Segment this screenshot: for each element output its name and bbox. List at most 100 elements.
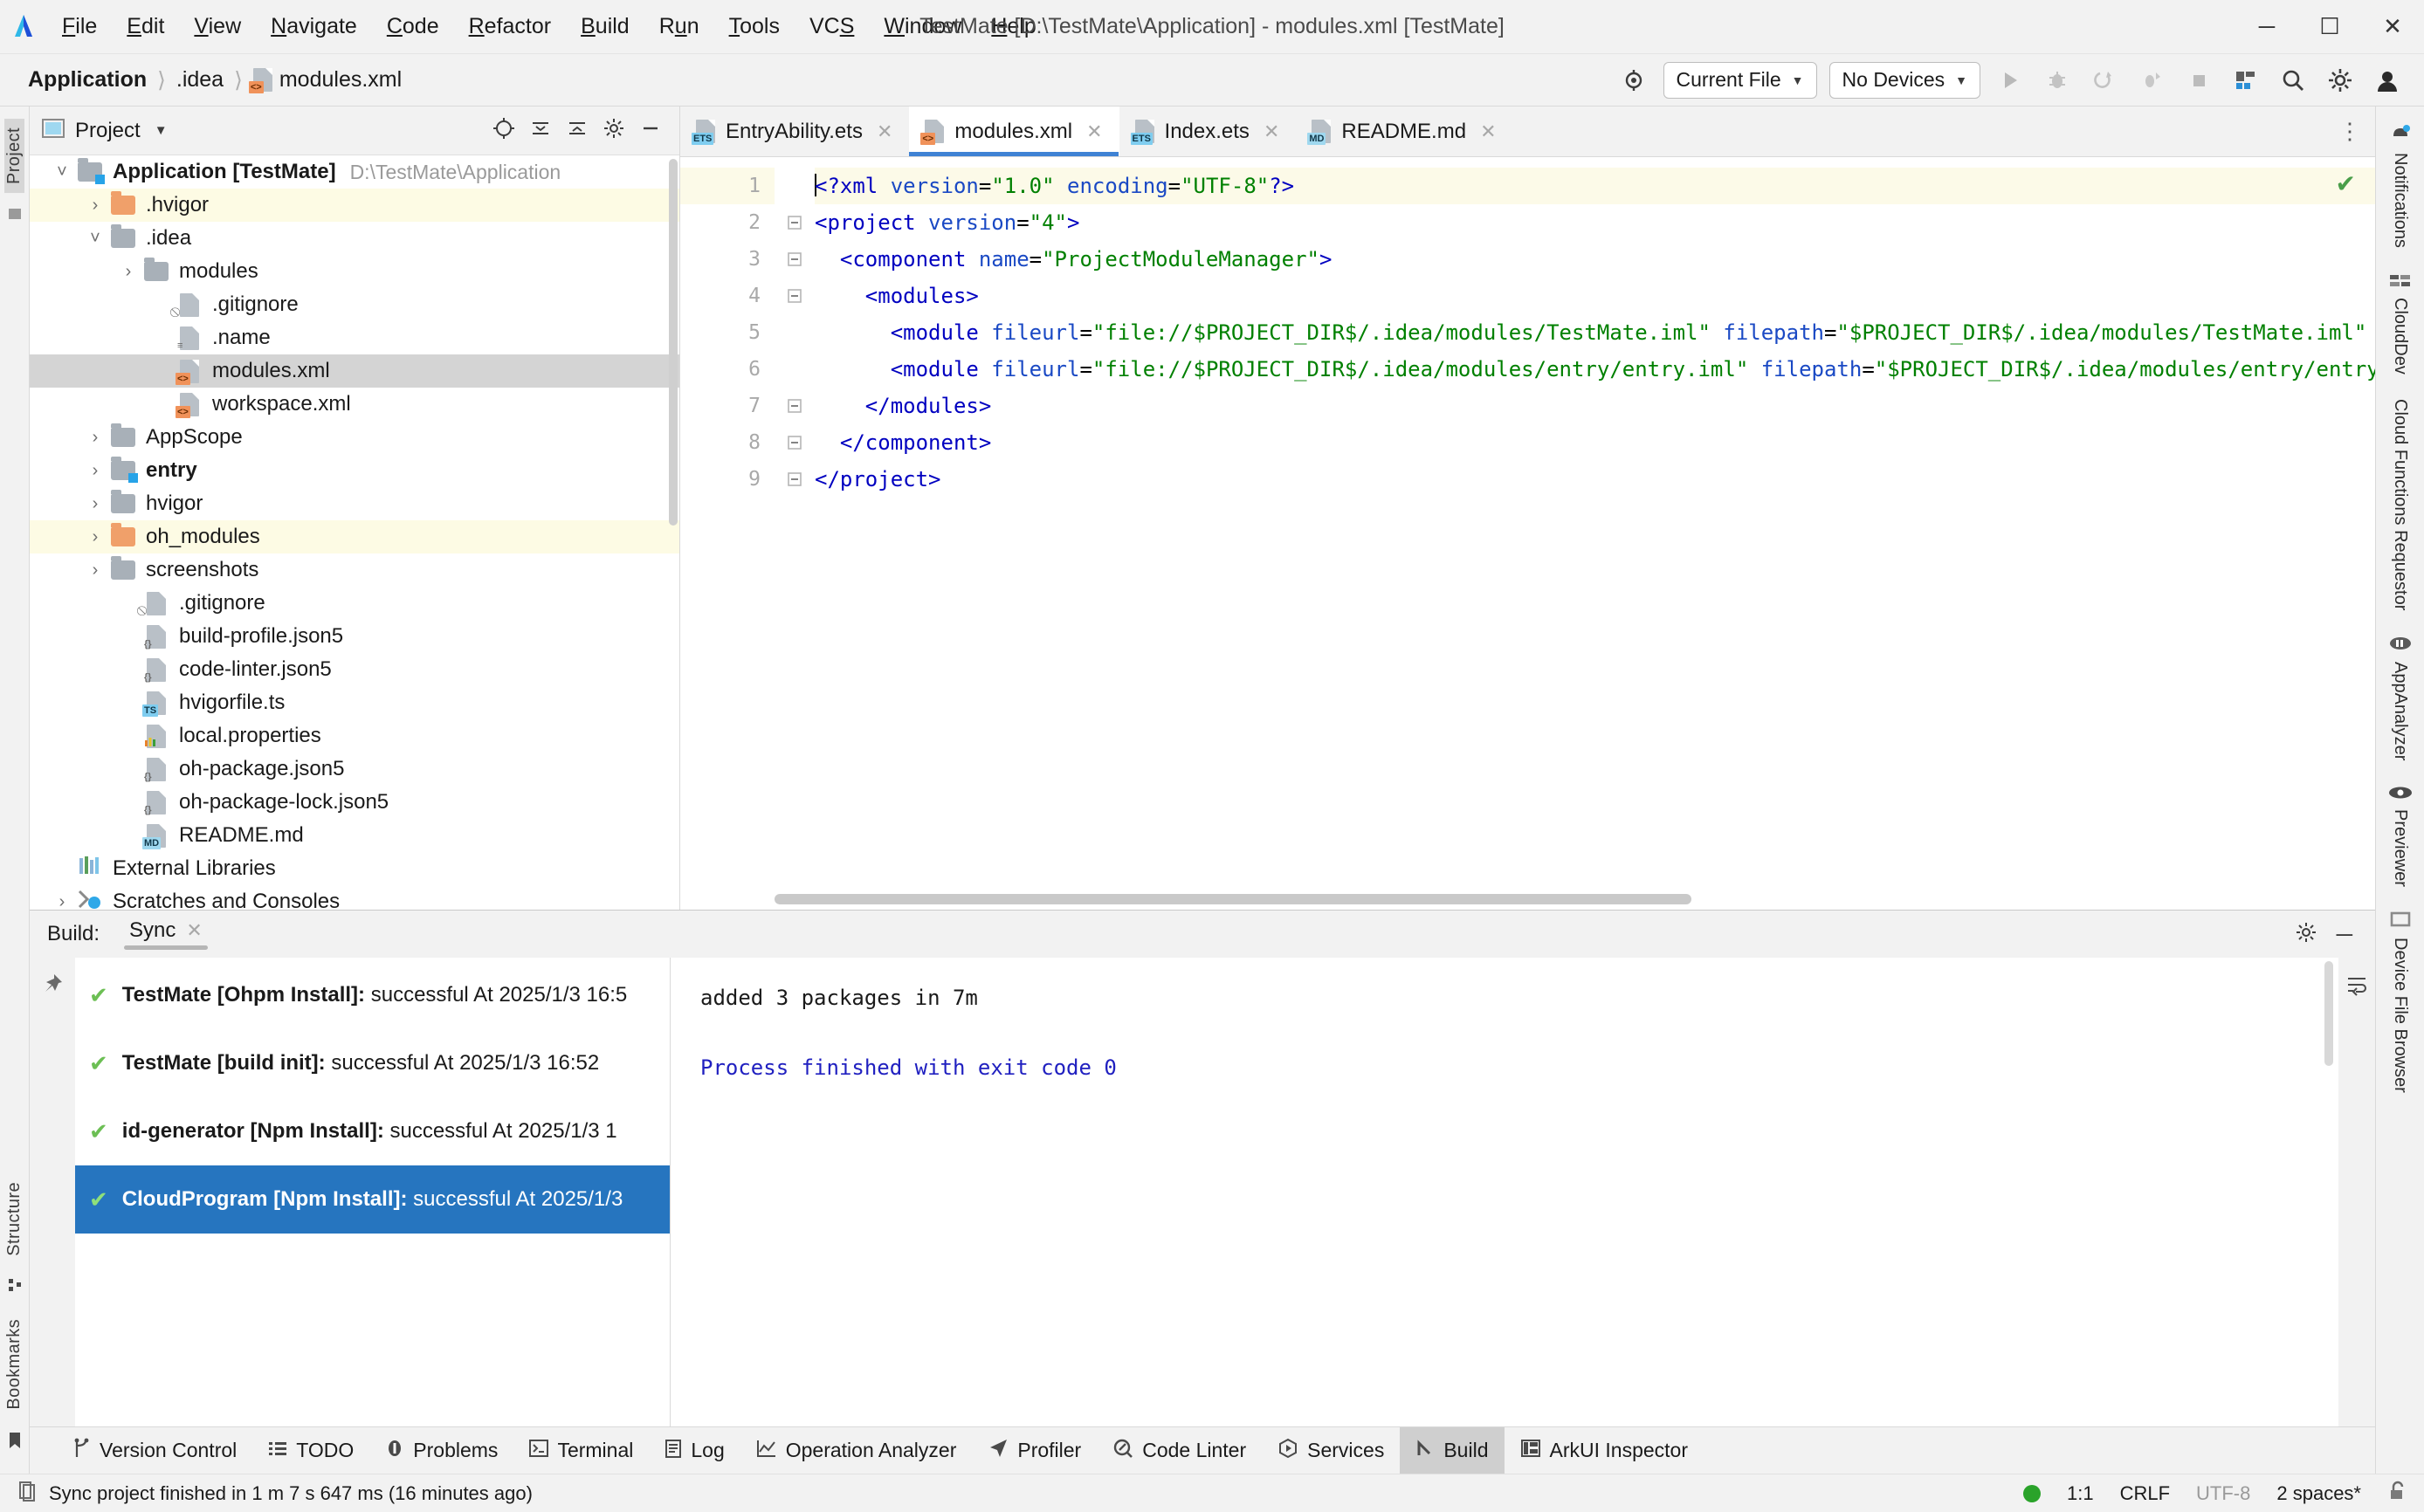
stop-icon[interactable]	[2181, 63, 2216, 98]
rail-item-bookmarks[interactable]: Bookmarks	[4, 1310, 24, 1419]
tree-item[interactable]: ˅ Application [TestMate] D:\TestMate\Appli…	[30, 155, 679, 189]
close-button[interactable]: ✕	[2361, 0, 2424, 54]
fold-toggle-icon[interactable]	[775, 461, 815, 498]
target-icon[interactable]	[1616, 63, 1651, 98]
tree-item[interactable]: › AppScope	[30, 421, 679, 454]
hide-panel-icon[interactable]	[639, 117, 662, 144]
rail-item-device-file-browser[interactable]: Device File Browser	[2389, 902, 2412, 1102]
close-icon[interactable]: ✕	[1264, 120, 1279, 143]
collapse-all-icon[interactable]	[566, 117, 589, 144]
tool-window-button-code-linter[interactable]: Code Linter	[1097, 1427, 1262, 1474]
debug-icon[interactable]	[2040, 63, 2075, 98]
unlock-icon[interactable]	[2387, 1480, 2408, 1508]
tree-item[interactable]: <> workspace.xml	[30, 388, 679, 421]
code-text-area[interactable]: <?xml version="1.0" encoding="UTF-8"?> <p…	[815, 157, 2375, 910]
tree-item[interactable]: ⃠ .gitignore	[30, 288, 679, 321]
line-separator[interactable]: CRLF	[2120, 1482, 2170, 1505]
code-line[interactable]: <module fileurl="file://$PROJECT_DIR$/.i…	[815, 314, 2375, 351]
expand-arrow-icon[interactable]: ›	[82, 461, 108, 481]
menu-refactor[interactable]: Refactor	[454, 9, 567, 45]
menu-tools[interactable]: Tools	[714, 9, 795, 45]
close-icon[interactable]: ✕	[1480, 120, 1496, 143]
inspection-status-icon[interactable]: ✔	[2336, 169, 2356, 198]
run-icon[interactable]	[1993, 63, 2028, 98]
tree-item[interactable]: {} code-linter.json5	[30, 653, 679, 686]
editor-tab-options-icon[interactable]: ⋮	[2338, 107, 2375, 156]
tree-item[interactable]: ≡ .name	[30, 321, 679, 354]
fold-toggle-icon[interactable]	[775, 204, 815, 241]
menu-build[interactable]: Build	[566, 9, 644, 45]
console-scrollbar[interactable]	[2324, 961, 2333, 1066]
run-configuration-selector[interactable]: Current File ▼	[1663, 61, 1817, 99]
rail-item-appanalyzer[interactable]: AppAnalyzer	[2389, 626, 2412, 769]
tree-item[interactable]: <> modules.xml	[30, 354, 679, 388]
tree-item[interactable]: › .hvigor	[30, 189, 679, 222]
tool-window-button-problems[interactable]: Problems	[369, 1427, 513, 1474]
notification-icon[interactable]	[16, 1480, 37, 1508]
rail-item-cloud-functions-requestor[interactable]: Cloud Functions Requestor	[2390, 390, 2410, 619]
code-line[interactable]: </project>	[815, 461, 2375, 498]
tool-window-button-profiler[interactable]: Profiler	[972, 1427, 1097, 1474]
tree-item[interactable]: ˅ .idea	[30, 222, 679, 255]
device-manager-icon[interactable]	[2228, 63, 2263, 98]
build-event-row[interactable]: ✔ TestMate [build init]: successful At 20…	[75, 1029, 670, 1097]
expand-arrow-icon[interactable]: ›	[82, 196, 108, 216]
caret-position[interactable]: 1:1	[2067, 1482, 2094, 1505]
search-icon[interactable]	[2276, 63, 2310, 98]
tool-window-button-log[interactable]: Log	[649, 1427, 740, 1474]
expand-arrow-icon[interactable]: ›	[115, 262, 141, 282]
soft-wrap-icon[interactable]	[2345, 973, 2368, 1000]
menu-navigate[interactable]: Navigate	[256, 9, 372, 45]
minimize-panel-icon[interactable]: ─	[2337, 921, 2352, 948]
rail-item-structure[interactable]: Structure	[4, 1173, 24, 1265]
chevron-down-icon[interactable]: ▼	[155, 123, 168, 138]
profile-icon[interactable]	[2134, 63, 2169, 98]
tool-window-button-version-control[interactable]: Version Control	[56, 1427, 252, 1474]
menu-vcs[interactable]: VCS	[795, 9, 869, 45]
build-events-tree[interactable]: ✔ TestMate [Ohpm Install]: successful At …	[75, 958, 671, 1426]
tool-window-button-arkui-inspector[interactable]: ArkUI Inspector	[1505, 1427, 1704, 1474]
editor-tab[interactable]: ETS EntryAbility.ets ✕	[680, 107, 909, 156]
code-line[interactable]: </component>	[815, 424, 2375, 461]
breadcrumb-item-application[interactable]: Application	[28, 67, 147, 93]
menu-edit[interactable]: Edit	[112, 9, 179, 45]
close-icon[interactable]: ✕	[186, 919, 202, 942]
project-tree[interactable]: ˅ Application [TestMate] D:\TestMate\Appli…	[30, 155, 679, 910]
tool-window-button-build[interactable]: Build	[1400, 1427, 1505, 1474]
menu-view[interactable]: View	[179, 9, 256, 45]
editor-horizontal-scrollbar[interactable]	[775, 894, 2344, 904]
settings-icon[interactable]	[603, 117, 625, 144]
fold-toggle-icon[interactable]	[775, 388, 815, 424]
code-line[interactable]: <project version="4">	[815, 204, 2375, 241]
menu-run[interactable]: Run	[644, 9, 714, 45]
pin-icon[interactable]	[40, 972, 65, 1000]
code-line[interactable]: <modules>	[815, 278, 2375, 314]
gear-icon[interactable]	[2323, 63, 2358, 98]
tree-item[interactable]: External Libraries	[30, 852, 679, 885]
expand-all-icon[interactable]	[529, 117, 552, 144]
build-tab-sync[interactable]: Sync ✕	[124, 918, 208, 950]
close-icon[interactable]: ✕	[877, 120, 892, 143]
breadcrumb-item-idea[interactable]: .idea	[176, 67, 224, 93]
menu-code[interactable]: Code	[372, 9, 454, 45]
select-opened-file-icon[interactable]	[492, 117, 515, 144]
tool-window-button-terminal[interactable]: Terminal	[513, 1427, 649, 1474]
file-encoding[interactable]: UTF-8	[2196, 1482, 2250, 1505]
code-line[interactable]: <?xml version="1.0" encoding="UTF-8"?>	[815, 168, 2375, 204]
structure-icon[interactable]	[6, 1276, 24, 1298]
close-icon[interactable]: ✕	[1086, 120, 1102, 143]
project-tree-scrollbar[interactable]	[669, 159, 678, 526]
build-console[interactable]: added 3 packages in 7m Process finished w…	[671, 958, 2338, 1426]
tree-item[interactable]: › Scratches and Consoles	[30, 885, 679, 910]
expand-arrow-icon[interactable]: ›	[49, 892, 75, 911]
tree-item[interactable]: TS hvigorfile.ts	[30, 686, 679, 719]
expand-arrow-icon[interactable]: ›	[82, 527, 108, 547]
code-line[interactable]: <module fileurl="file://$PROJECT_DIR$/.i…	[815, 351, 2375, 388]
indent-setting[interactable]: 2 spaces*	[2276, 1482, 2361, 1505]
tree-item[interactable]: ⃠ .gitignore	[30, 587, 679, 620]
expand-arrow-icon[interactable]: ›	[82, 494, 108, 514]
fold-toggle-icon[interactable]	[775, 241, 815, 278]
rail-item-previewer[interactable]: Previewer	[2388, 777, 2413, 896]
tree-item[interactable]: › screenshots	[30, 553, 679, 587]
tool-window-button-services[interactable]: Services	[1262, 1427, 1400, 1474]
